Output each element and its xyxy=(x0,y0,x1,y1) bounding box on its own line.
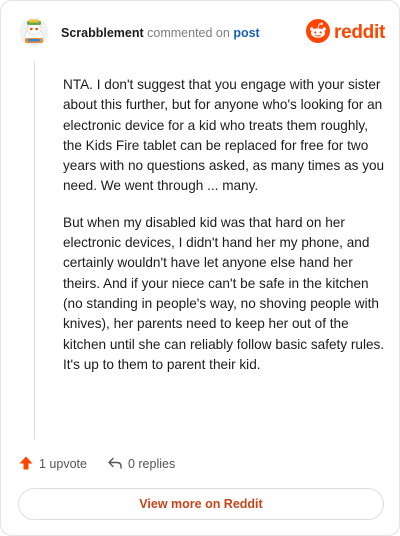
comment-meta: Scrabblement commented on post xyxy=(61,26,260,40)
author-username[interactable]: Scrabblement xyxy=(61,26,144,40)
post-link[interactable]: post xyxy=(233,26,259,40)
upvote-count: 1 upvote xyxy=(39,457,87,471)
snoo-avatar-icon[interactable] xyxy=(19,17,49,47)
reply-arrow-icon xyxy=(107,455,123,474)
comment-paragraph: NTA. I don't suggest that you engage wit… xyxy=(63,77,385,194)
view-more-button[interactable]: View more on Reddit xyxy=(18,488,384,520)
comment-paragraph: But when my disabled kid was that hard o… xyxy=(63,214,385,372)
comment-actions: 1 upvote 0 replies xyxy=(18,453,195,475)
upvote-button[interactable]: 1 upvote xyxy=(18,455,87,474)
view-more-label: View more on Reddit xyxy=(139,497,263,511)
comment-header: Scrabblement commented on post reddit xyxy=(19,17,385,53)
reddit-logo-icon xyxy=(306,18,331,48)
reply-count: 0 replies xyxy=(127,457,176,471)
upvote-arrow-icon xyxy=(18,455,34,474)
action-text: commented on xyxy=(147,26,230,40)
reply-button[interactable]: 0 replies xyxy=(107,455,175,474)
comment-card: Scrabblement commented on post reddit NT… xyxy=(0,0,400,536)
thread-line xyxy=(34,61,35,439)
comment-body: NTA. I don't suggest that you engage wit… xyxy=(63,75,385,391)
reddit-wordmark: reddit xyxy=(334,22,385,43)
reddit-brand[interactable]: reddit xyxy=(306,18,385,48)
